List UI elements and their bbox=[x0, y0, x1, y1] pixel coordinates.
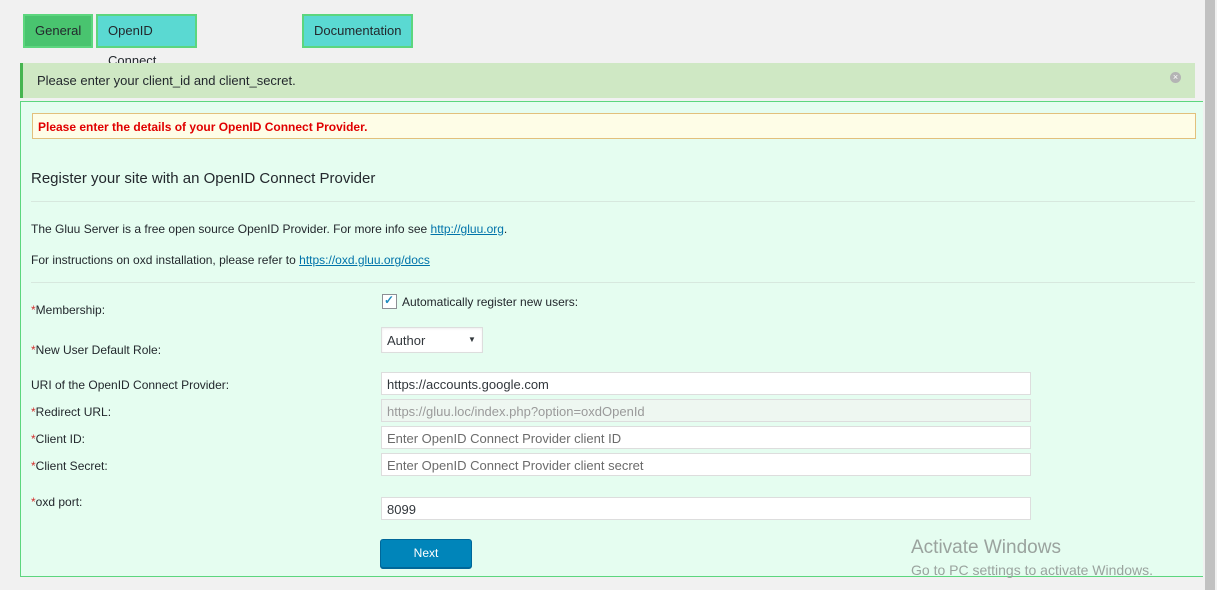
activate-windows-title: Activate Windows bbox=[911, 537, 1061, 558]
activate-windows-subtitle: Go to PC settings to activate Windows. bbox=[911, 562, 1153, 578]
redirect-url-input: https://gluu.loc/index.php?option=oxdOpe… bbox=[381, 399, 1031, 422]
gluu-info: The Gluu Server is a free open source Op… bbox=[31, 222, 508, 236]
tab-general[interactable]: General bbox=[23, 14, 94, 48]
redirect-label: *Redirect URL: bbox=[31, 405, 112, 419]
oxd-port-value: 8099 bbox=[387, 502, 416, 517]
membership-label: *Membership: bbox=[31, 303, 106, 317]
warning-text: Please enter the details of your OpenID … bbox=[38, 120, 368, 134]
section-title: Register your site with an OpenID Connec… bbox=[31, 170, 376, 187]
uri-label: URI of the OpenID Connect Provider: bbox=[31, 378, 230, 392]
role-select-value: Author bbox=[387, 333, 426, 348]
gluu-link[interactable]: http://gluu.org bbox=[431, 222, 504, 236]
warning-box: Please enter the details of your OpenID … bbox=[32, 113, 1196, 139]
success-notice: Please enter your client_id and client_s… bbox=[20, 63, 1195, 98]
scrollbar-thumb[interactable] bbox=[1205, 0, 1215, 590]
divider bbox=[31, 201, 1195, 202]
oxd-info: For instructions on oxd installation, pl… bbox=[31, 253, 430, 267]
client-secret-label: *Client Secret: bbox=[31, 459, 108, 473]
membership-checkbox-label: Automatically register new users: bbox=[402, 295, 579, 309]
oxd-port-label: *oxd port: bbox=[31, 495, 83, 509]
notice-text: Please enter your client_id and client_s… bbox=[37, 73, 296, 88]
client-id-input[interactable]: Enter OpenID Connect Provider client ID bbox=[381, 426, 1031, 449]
provider-uri-input[interactable]: https://accounts.google.com bbox=[381, 372, 1031, 395]
dismiss-icon[interactable]: × bbox=[1170, 72, 1181, 83]
tab-openid-connect-configuration[interactable]: OpenID Connect Configuration bbox=[96, 14, 198, 98]
client-secret-placeholder: Enter OpenID Connect Provider client sec… bbox=[387, 458, 644, 473]
client-id-label: *Client ID: bbox=[31, 432, 86, 446]
role-label: *New User Default Role: bbox=[31, 343, 162, 357]
next-button[interactable]: Next bbox=[380, 539, 472, 568]
oxd-docs-link[interactable]: https://oxd.gluu.org/docs bbox=[299, 253, 430, 267]
settings-panel: Please enter the details of your OpenID … bbox=[20, 101, 1205, 577]
oxd-port-input[interactable]: 8099 bbox=[381, 497, 1031, 520]
divider bbox=[31, 282, 1195, 283]
tab-documentation[interactable]: Documentation bbox=[302, 14, 414, 48]
checkmark-icon: ✓ bbox=[384, 293, 395, 307]
provider-uri-value: https://accounts.google.com bbox=[387, 377, 549, 392]
caret-down-icon: ▼ bbox=[468, 335, 476, 344]
client-secret-input[interactable]: Enter OpenID Connect Provider client sec… bbox=[381, 453, 1031, 476]
client-id-placeholder: Enter OpenID Connect Provider client ID bbox=[387, 431, 622, 446]
membership-checkbox[interactable]: ✓ bbox=[382, 293, 397, 309]
role-select[interactable]: Author ▼ bbox=[381, 327, 483, 353]
redirect-url-value: https://gluu.loc/index.php?option=oxdOpe… bbox=[387, 404, 645, 419]
